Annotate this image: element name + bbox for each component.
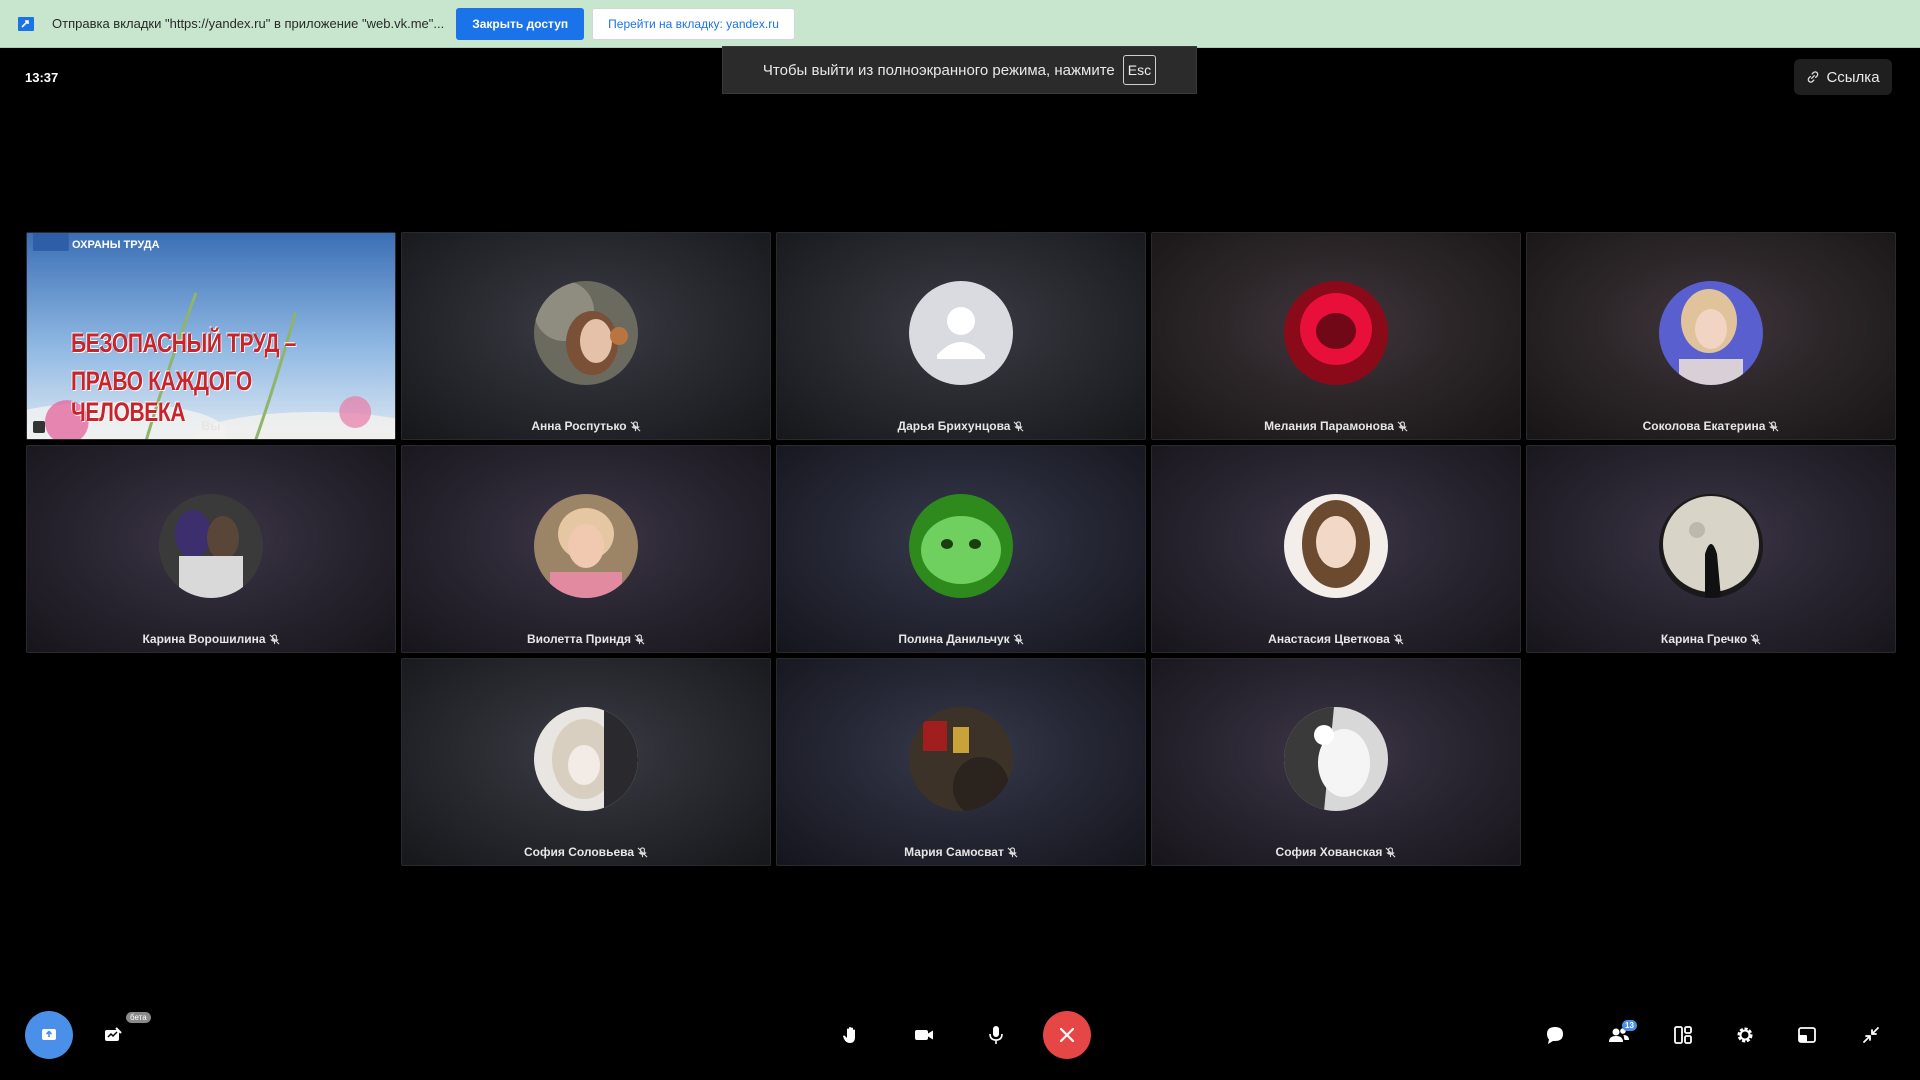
participant-avatar [1284,707,1388,811]
beta-badge: бета [126,1012,151,1023]
participant-tile[interactable]: Мария Самосват [776,658,1146,866]
close-access-button[interactable]: Закрыть доступ [456,7,585,40]
mic-off-icon [634,633,645,644]
participant-name: Полина Данильчук [898,632,1010,646]
camera-button[interactable] [900,1011,948,1059]
participant-tile[interactable]: Карина Ворошилина [26,445,396,653]
chat-icon [1547,1027,1563,1044]
mic-off-icon [1393,633,1404,644]
mic-off-icon [1013,633,1024,644]
screen-share-icon [42,1029,56,1040]
picture-in-picture-icon [1798,1027,1816,1043]
participants-count-badge: 13 [1622,1020,1637,1031]
participant-avatar [909,707,1013,811]
camera-icon [915,1030,933,1040]
chat-button[interactable] [1531,1011,1579,1059]
mic-off-icon [1385,846,1396,857]
participant-avatar [159,494,263,598]
share-tab-icon [18,16,34,31]
mic-off-icon [1768,420,1779,431]
sharing-message: Отправка вкладки "https://yandex.ru" в п… [52,16,445,31]
participant-tile[interactable]: София Хованская [1151,658,1521,866]
participant-name: Карина Гречко [1660,632,1748,646]
participant-avatar [534,281,638,385]
mic-off-icon [269,633,280,644]
participants-button[interactable] [1595,1011,1643,1059]
fullscreen-hint-text: Чтобы выйти из полноэкранного режима, на… [762,61,1115,79]
end-call-button[interactable] [1043,1011,1091,1059]
participant-name: Анна Роспутько [531,419,627,433]
participant-tile[interactable]: София Соловьева [401,658,771,866]
mic-off-icon [1013,420,1024,431]
participant-name: Мария Самосват [904,845,1004,859]
go-to-tab-button[interactable]: Перейти на вкладку: yandex.ru [592,7,795,40]
mic-off-icon [1750,633,1761,644]
participant-avatar [1659,281,1763,385]
mic-off-icon [1007,846,1018,857]
mic-off-icon [1397,420,1408,431]
copy-link-label: Ссылка [1826,68,1880,86]
end-call-icon [1059,1027,1075,1043]
participant-avatar [1284,281,1388,385]
fullscreen-exit-hint: Чтобы выйти из полноэкранного режима, на… [722,46,1197,94]
participant-tile[interactable]: Дарья Брихунцова [776,232,1146,440]
participant-avatar [1284,494,1388,598]
layout-button[interactable] [1659,1011,1707,1059]
screen-share-button[interactable] [25,1011,73,1059]
copy-link-button[interactable]: Ссылка [1794,59,1892,95]
mic-off-icon [630,420,641,431]
whiteboard-icon [105,1027,122,1041]
link-icon [1808,71,1819,83]
raise-hand-button[interactable] [827,1011,875,1059]
participant-tile[interactable]: Анна Роспутько [401,232,771,440]
participant-name: Дарья Брихунцова [897,419,1011,433]
self-video-tile[interactable]: ОХРАНЫ ТРУДА БЕЗОПАСНЫЙ ТРУД – ПРАВО КАЖ… [26,232,396,440]
gear-icon [1737,1027,1753,1043]
tab-sharing-bar: Отправка вкладки "https://yandex.ru" в п… [0,0,1920,48]
self-name: Вы [27,419,395,433]
raise-hand-icon [843,1027,855,1043]
participant-name: София Соловьева [523,845,635,859]
participant-avatar [534,707,638,811]
participant-name: Соколова Екатерина [1642,419,1766,433]
microphone-icon [989,1026,1003,1044]
participant-tile[interactable]: Полина Данильчук [776,445,1146,653]
participant-tile[interactable]: Мелания Парамонова [1151,232,1521,440]
participant-name: Мелания Парамонова [1264,419,1394,433]
participant-tile[interactable]: Анастасия Цветкова [1151,445,1521,653]
exit-fullscreen-icon [1863,1027,1879,1043]
participant-name: Виолетта Приндя [526,632,631,646]
participant-name: Анастасия Цветкова [1268,632,1390,646]
exit-fullscreen-button[interactable] [1847,1011,1895,1059]
participant-avatar [1659,494,1763,598]
participant-tile[interactable]: Виолетта Приндя [401,445,771,653]
participant-tile[interactable]: Карина Гречко [1526,445,1896,653]
call-timer: 13:37 [25,70,59,85]
default-avatar [909,281,1013,385]
participant-name: София Хованская [1275,845,1383,859]
presentation-slogan-line1: БЕЗОПАСНЫЙ ТРУД – [71,328,296,358]
participant-name: Карина Ворошилина [142,632,266,646]
presentation-caption: ОХРАНЫ ТРУДА [72,239,160,251]
picture-in-picture-button[interactable] [1783,1011,1831,1059]
layout-icon [1674,1026,1692,1044]
participant-avatar [534,494,638,598]
esc-key: Esc [1122,55,1157,85]
participant-tile[interactable]: Соколова Екатерина [1526,232,1896,440]
settings-button[interactable] [1721,1011,1769,1059]
microphone-button[interactable] [972,1011,1020,1059]
mic-off-icon [637,846,648,857]
participant-avatar [909,494,1013,598]
self-name-label: Вы [201,419,221,433]
